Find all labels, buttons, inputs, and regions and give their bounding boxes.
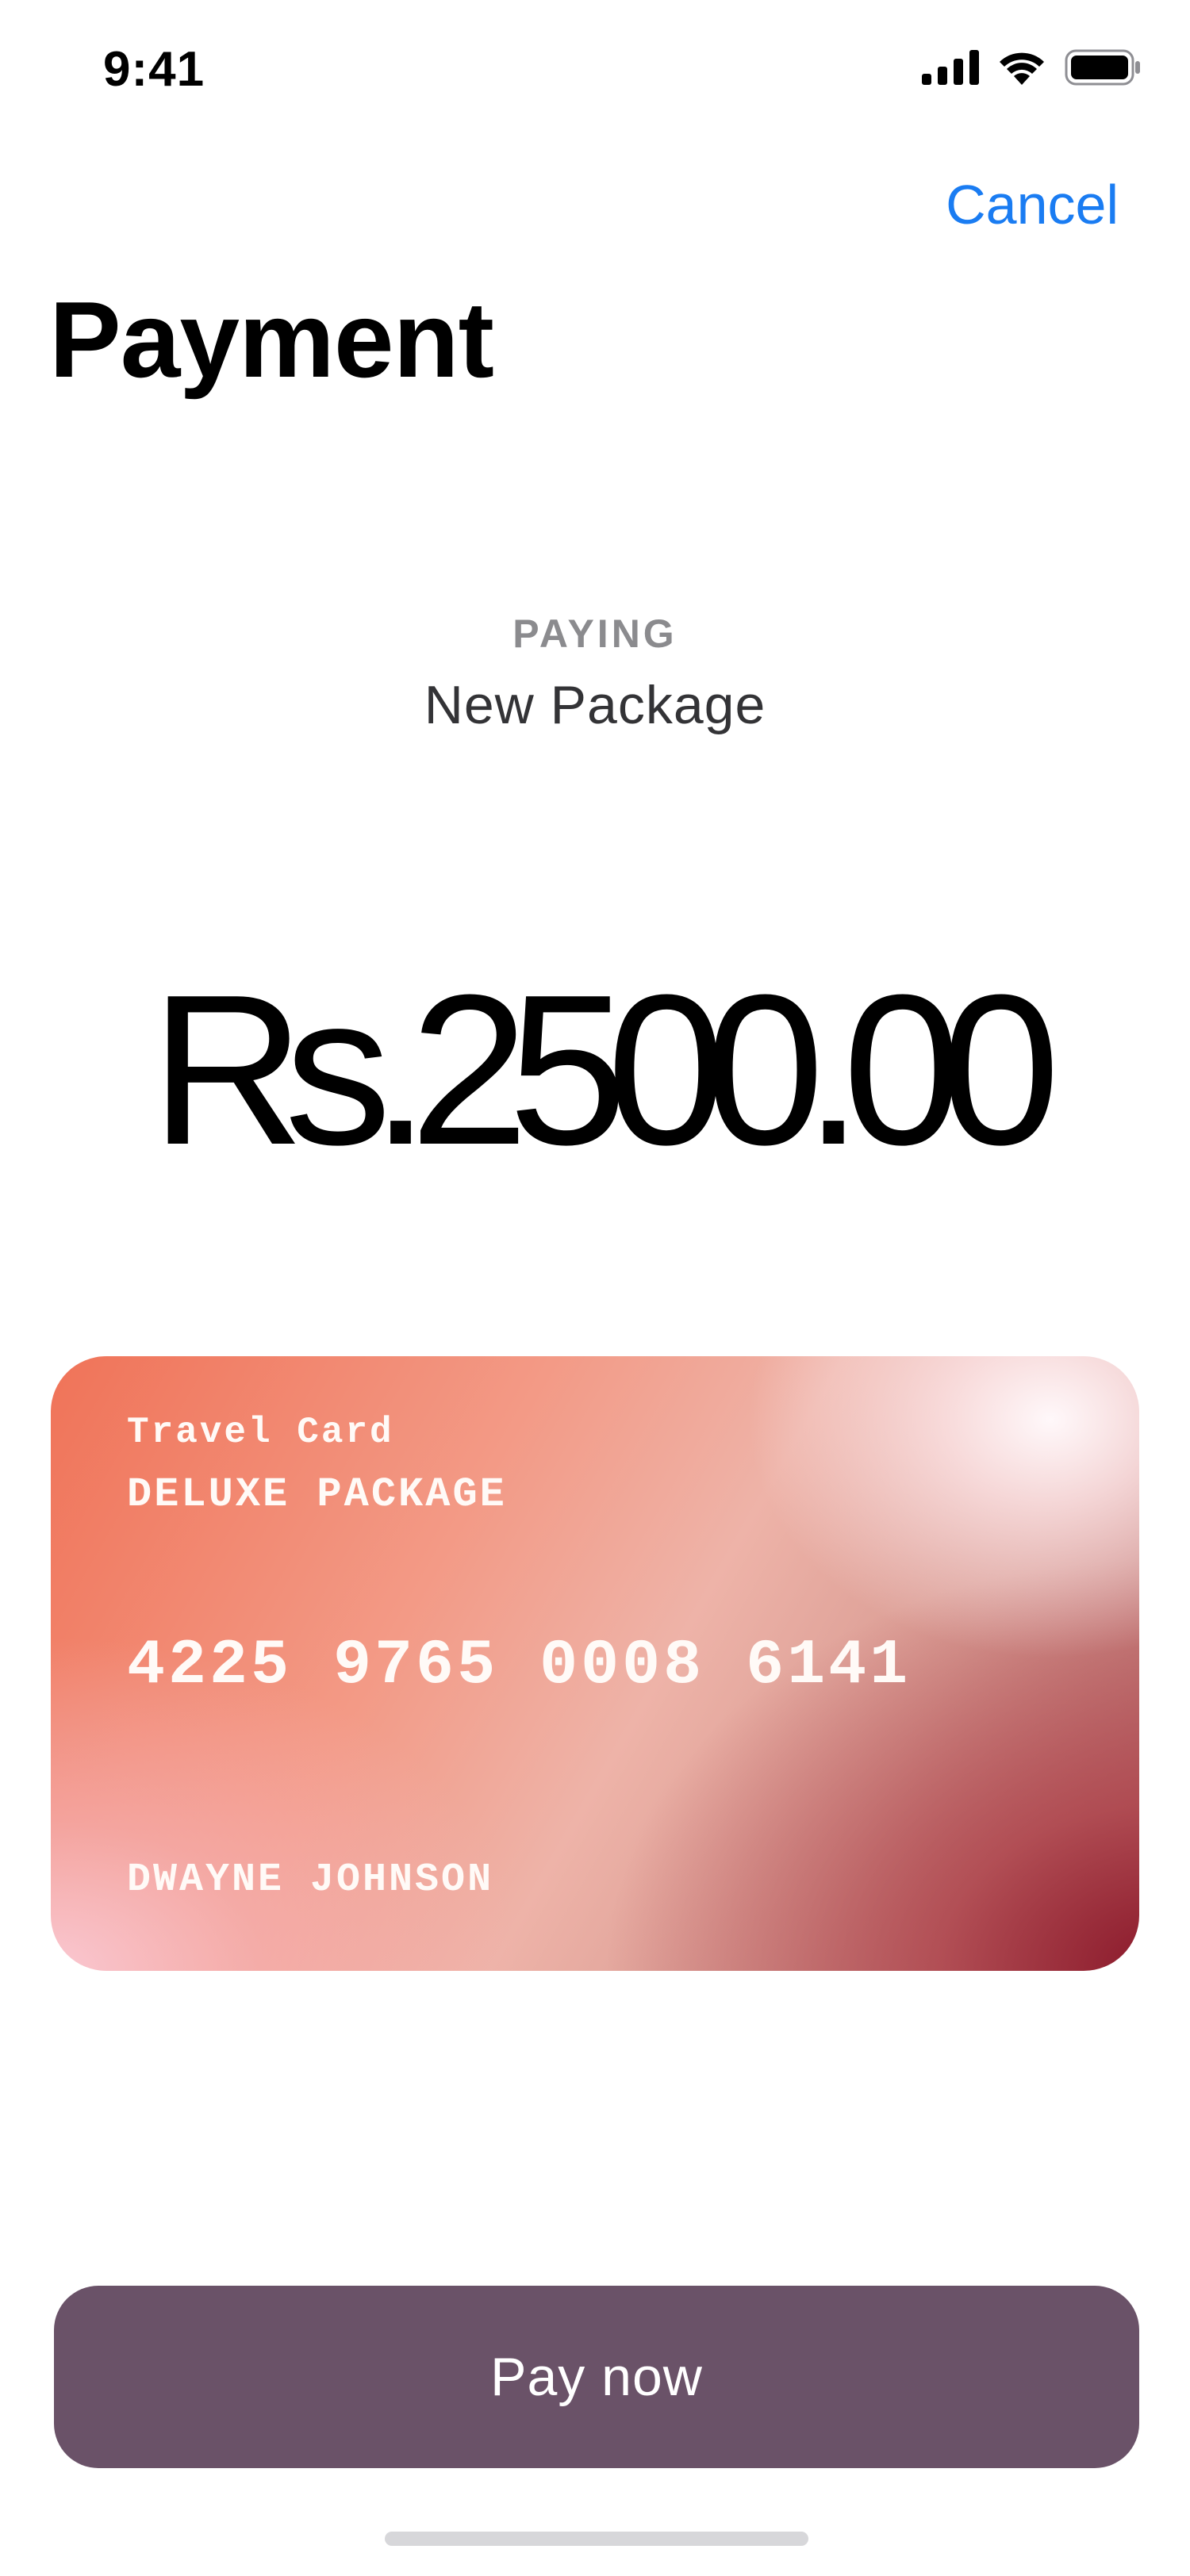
paying-caption: PAYING bbox=[512, 611, 678, 656]
cancel-button[interactable]: Cancel bbox=[946, 173, 1119, 236]
status-bar: 9:41 bbox=[0, 0, 1190, 143]
card-tier: DELUXE PACKAGE bbox=[127, 1471, 507, 1518]
payment-amount: Rs.2500.00 bbox=[150, 951, 1061, 1190]
card-holder-name: DWAYNE JOHNSON bbox=[127, 1857, 494, 1903]
page-title: Payment bbox=[49, 279, 494, 400]
status-icons bbox=[922, 49, 1141, 86]
wifi-icon bbox=[998, 50, 1046, 85]
cellular-signal-icon bbox=[922, 50, 979, 85]
payment-card[interactable]: Travel Card DELUXE PACKAGE 4225 9765 000… bbox=[51, 1356, 1139, 1971]
card-brand: Travel Card bbox=[127, 1412, 394, 1453]
pay-now-label: Pay now bbox=[490, 2347, 703, 2407]
status-time: 9:41 bbox=[103, 42, 205, 97]
battery-icon bbox=[1065, 49, 1141, 86]
pay-now-button[interactable]: Pay now bbox=[54, 2286, 1139, 2468]
card-number: 4225 9765 0008 6141 bbox=[127, 1630, 912, 1702]
paying-item-name: New Package bbox=[424, 675, 766, 735]
home-indicator[interactable] bbox=[385, 2532, 808, 2546]
